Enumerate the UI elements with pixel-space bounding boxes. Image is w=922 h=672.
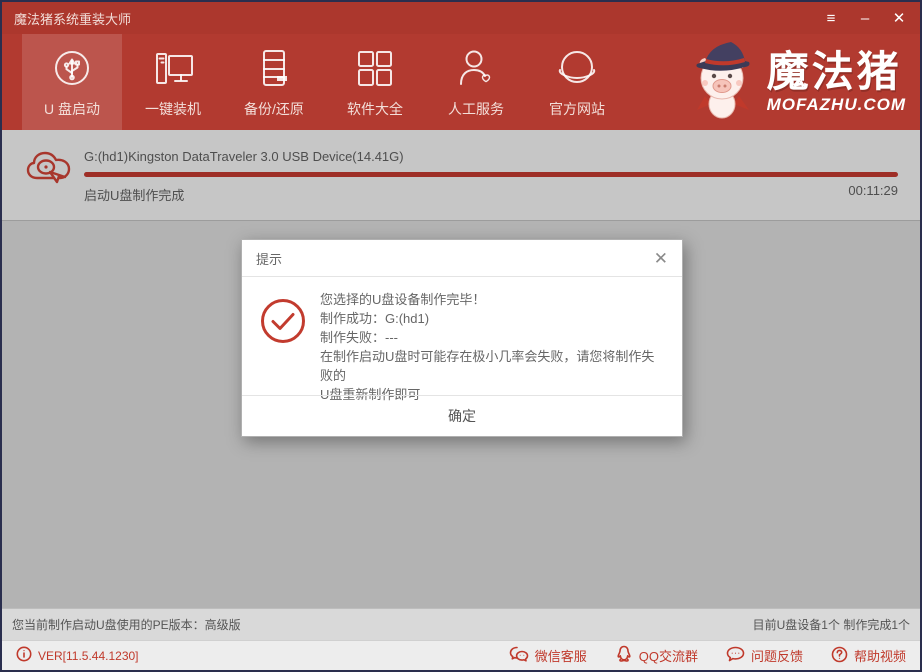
ok-button[interactable]: 确定 — [242, 395, 682, 436]
wechat-icon — [509, 646, 529, 666]
usb-device-label: G:(hd1)Kingston DataTraveler 3.0 USB Dev… — [84, 149, 404, 164]
tab-label: 备份/还原 — [244, 99, 304, 119]
app-title: 魔法猪系统重装大师 — [14, 9, 131, 28]
help-video-link[interactable]: 帮助视频 — [831, 645, 906, 666]
footer-link-label: 帮助视频 — [854, 646, 906, 665]
footer-link-label: 问题反馈 — [751, 646, 803, 665]
footer-links: 微信客服 QQ交流群 — [509, 645, 906, 666]
server-icon — [251, 46, 297, 92]
footer-link-label: QQ交流群 — [639, 646, 698, 665]
progress-bar-fill — [84, 172, 898, 177]
close-icon[interactable]: ✕ — [890, 11, 908, 26]
title-bar: 魔法猪系统重装大师 ≡ – ✕ — [2, 2, 920, 34]
brand-logo: 魔法猪 MOFAZHU.COM — [687, 34, 914, 130]
version-label: VER[11.5.44.1230] — [38, 649, 139, 663]
logo-name: 魔法猪 — [767, 51, 906, 93]
device-count-text: 目前U盘设备1个 制作完成1个 — [753, 616, 910, 633]
qq-group-link[interactable]: QQ交流群 — [615, 645, 698, 666]
nav-bar: U 盘启动 一键装机 — [2, 34, 920, 130]
tab-official-website[interactable]: 官方网站 — [527, 34, 627, 130]
dialog-title: 提示 — [256, 249, 282, 268]
progress-bar — [84, 172, 898, 177]
logo-domain: MOFAZHU.COM — [767, 96, 906, 113]
version-info: VER[11.5.44.1230] — [16, 646, 139, 665]
tab-usb-boot[interactable]: U 盘启动 — [22, 34, 122, 130]
tab-label: 人工服务 — [448, 99, 504, 119]
grid-icon — [352, 46, 398, 92]
usb-icon — [49, 46, 95, 92]
app-window: 魔法猪系统重装大师 ≡ – ✕ — [0, 0, 922, 672]
feedback-icon — [726, 646, 745, 666]
dialog-title-bar: 提示 ✕ — [242, 240, 682, 277]
tab-label: U 盘启动 — [44, 99, 100, 119]
tab-one-key-install[interactable]: 一键装机 — [123, 34, 223, 130]
tab-software-collection[interactable]: 软件大全 — [325, 34, 425, 130]
pig-mascot-icon — [687, 38, 759, 127]
tab-backup-restore[interactable]: 备份/还原 — [224, 34, 324, 130]
result-dialog: 提示 ✕ 您选择的U盘设备制作完毕！ 制作成功：G:(hd1) 制作失败：---… — [241, 239, 683, 437]
dialog-line: 您选择的U盘设备制作完毕！ — [320, 290, 662, 309]
tab-label: 一键装机 — [145, 99, 201, 119]
computer-icon — [150, 46, 196, 92]
tab-label: 官方网站 — [549, 99, 605, 119]
dialog-close-icon[interactable]: ✕ — [654, 250, 668, 267]
wechat-service-link[interactable]: 微信客服 — [509, 645, 587, 666]
cloud-usb-icon — [26, 148, 72, 193]
help-icon — [831, 646, 848, 666]
dialog-body: 您选择的U盘设备制作完毕！ 制作成功：G:(hd1) 制作失败：--- 在制作启… — [242, 277, 682, 404]
tab-label: 软件大全 — [347, 99, 403, 119]
progress-status-text: 启动U盘制作完成 — [84, 185, 184, 204]
window-controls: ≡ – ✕ — [822, 11, 908, 26]
qq-icon — [615, 645, 633, 666]
elapsed-timer: 00:11:29 — [848, 183, 898, 198]
info-icon — [16, 646, 32, 665]
progress-section: G:(hd1)Kingston DataTraveler 3.0 USB Dev… — [2, 130, 920, 221]
dialog-line: 制作失败：--- — [320, 328, 662, 347]
footer-link-label: 微信客服 — [535, 646, 587, 665]
dialog-line: 在制作启动U盘时可能存在极小几率会失败，请您将制作失败的 — [320, 347, 662, 385]
success-check-icon — [259, 297, 307, 350]
tab-human-service[interactable]: 人工服务 — [426, 34, 526, 130]
person-icon — [453, 46, 499, 92]
dialog-line: 制作成功：G:(hd1) — [320, 309, 662, 328]
feedback-link[interactable]: 问题反馈 — [726, 645, 803, 666]
bottom-bar: VER[11.5.44.1230] 微信客服 — [2, 640, 920, 670]
minimize-icon[interactable]: – — [856, 11, 874, 26]
pe-version-text: 您当前制作启动U盘使用的PE版本：高级版 — [12, 616, 241, 633]
globe-icon — [554, 46, 600, 92]
status-bar: 您当前制作启动U盘使用的PE版本：高级版 目前U盘设备1个 制作完成1个 — [2, 608, 920, 640]
menu-icon[interactable]: ≡ — [822, 11, 840, 26]
logo-text: 魔法猪 MOFAZHU.COM — [767, 51, 906, 113]
